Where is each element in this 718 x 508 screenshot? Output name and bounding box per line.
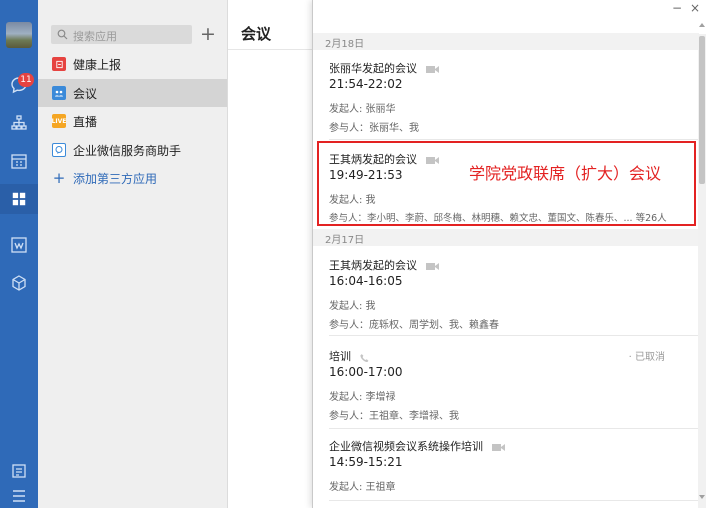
app-item-label: 直播 — [73, 114, 98, 129]
app-item-label: 健康上报 — [73, 57, 122, 72]
meeting-title: 企业微信视频会议系统操作培训 — [329, 440, 483, 453]
apps-grid-icon[interactable] — [0, 184, 38, 214]
app-item-service-helper[interactable]: 企业微信服务商助手 — [38, 136, 227, 164]
meeting-title-row: 企业微信视频会议系统操作培训 — [329, 438, 505, 454]
meeting-organizer: 发起人: 我 — [329, 301, 376, 312]
meeting-time: 14:59-15:21 — [329, 455, 403, 469]
meeting-organizer: 发起人: 张丽华 — [329, 104, 396, 115]
app-list-panel: 搜索应用 + 健康上报 会议 LIVE 直播 企业微信服务商助手 + 添加第三方… — [38, 0, 228, 508]
notes-icon[interactable] — [10, 462, 28, 480]
app-item-meeting[interactable]: 会议 — [38, 79, 227, 107]
scroll-up-arrow-icon[interactable] — [699, 20, 705, 30]
add-third-party-app-link[interactable]: + 添加第三方应用 — [38, 164, 227, 192]
video-camera-icon — [425, 262, 439, 270]
close-button[interactable]: × — [687, 0, 703, 16]
meeting-icon — [52, 86, 66, 100]
meeting-history-dialog: − × 2月18日 张丽华发起的会议 21:54-22:02 发起人: 张丽华 … — [312, 0, 718, 508]
divider — [329, 335, 699, 336]
meeting-time: 16:00-17:00 — [329, 365, 403, 379]
add-button[interactable]: + — [200, 24, 216, 44]
divider — [329, 428, 699, 429]
meeting-time: 21:54-22:02 — [329, 77, 403, 91]
date-header: 2月17日 — [313, 229, 699, 246]
meeting-participants: 参与人：张丽华、我 — [329, 123, 419, 134]
meeting-title-row: 张丽华发起的会议 — [329, 60, 439, 76]
phone-icon — [359, 353, 368, 362]
meeting-organizer: 发起人: 王祖章 — [329, 482, 396, 493]
minimize-button[interactable]: − — [669, 0, 685, 16]
search-box[interactable]: 搜索应用 — [51, 25, 192, 44]
health-report-icon — [52, 57, 66, 71]
left-nav-rail: 11 — [0, 0, 38, 508]
meeting-title: 王其炳发起的会议 — [329, 259, 417, 272]
search-icon — [57, 29, 68, 40]
add-third-party-label: 添加第三方应用 — [73, 171, 158, 186]
cancelled-status: · 已取消 — [628, 352, 665, 363]
calendar-icon[interactable] — [10, 152, 28, 170]
service-helper-icon — [52, 143, 66, 157]
meeting-title: 培训 — [329, 350, 351, 363]
video-camera-icon — [425, 65, 439, 73]
app-item-health-report[interactable]: 健康上报 — [38, 50, 227, 78]
scroll-down-arrow-icon[interactable] — [699, 492, 705, 502]
doc-icon[interactable] — [10, 236, 28, 254]
divider — [329, 139, 699, 140]
meeting-title-row: 培训 — [329, 348, 371, 364]
meeting-organizer: 发起人: 李增禄 — [329, 392, 396, 403]
app-item-label: 会议 — [73, 86, 98, 101]
app-item-label: 企业微信服务商助手 — [73, 143, 182, 158]
meeting-title-row: 王其炳发起的会议 — [329, 257, 439, 273]
page-title: 会议 — [241, 25, 272, 43]
org-chart-icon[interactable] — [10, 114, 28, 132]
meeting-title: 张丽华发起的会议 — [329, 62, 417, 75]
menu-icon[interactable] — [10, 487, 28, 505]
box-icon[interactable] — [10, 274, 28, 292]
app-item-live[interactable]: LIVE 直播 — [38, 107, 227, 135]
unread-badge: 11 — [18, 73, 34, 87]
plus-icon: + — [52, 169, 66, 187]
date-label: 2月17日 — [325, 235, 365, 246]
scrollbar-thumb[interactable] — [699, 36, 705, 184]
live-icon: LIVE — [52, 114, 66, 128]
divider — [329, 500, 699, 501]
meeting-participants: 参与人：庞轹权、周学划、我、赖鑫春 — [329, 320, 499, 331]
user-avatar[interactable] — [6, 22, 32, 48]
video-camera-icon — [491, 443, 505, 451]
meeting-participants: 参与人：王祖章、李增禄、我 — [329, 411, 459, 422]
date-label: 2月18日 — [325, 39, 365, 50]
annotation-text: 学院党政联席（扩大）会议 — [469, 164, 662, 183]
meeting-time: 16:04-16:05 — [329, 274, 403, 288]
search-placeholder: 搜索应用 — [73, 30, 117, 43]
date-header: 2月18日 — [313, 33, 699, 50]
